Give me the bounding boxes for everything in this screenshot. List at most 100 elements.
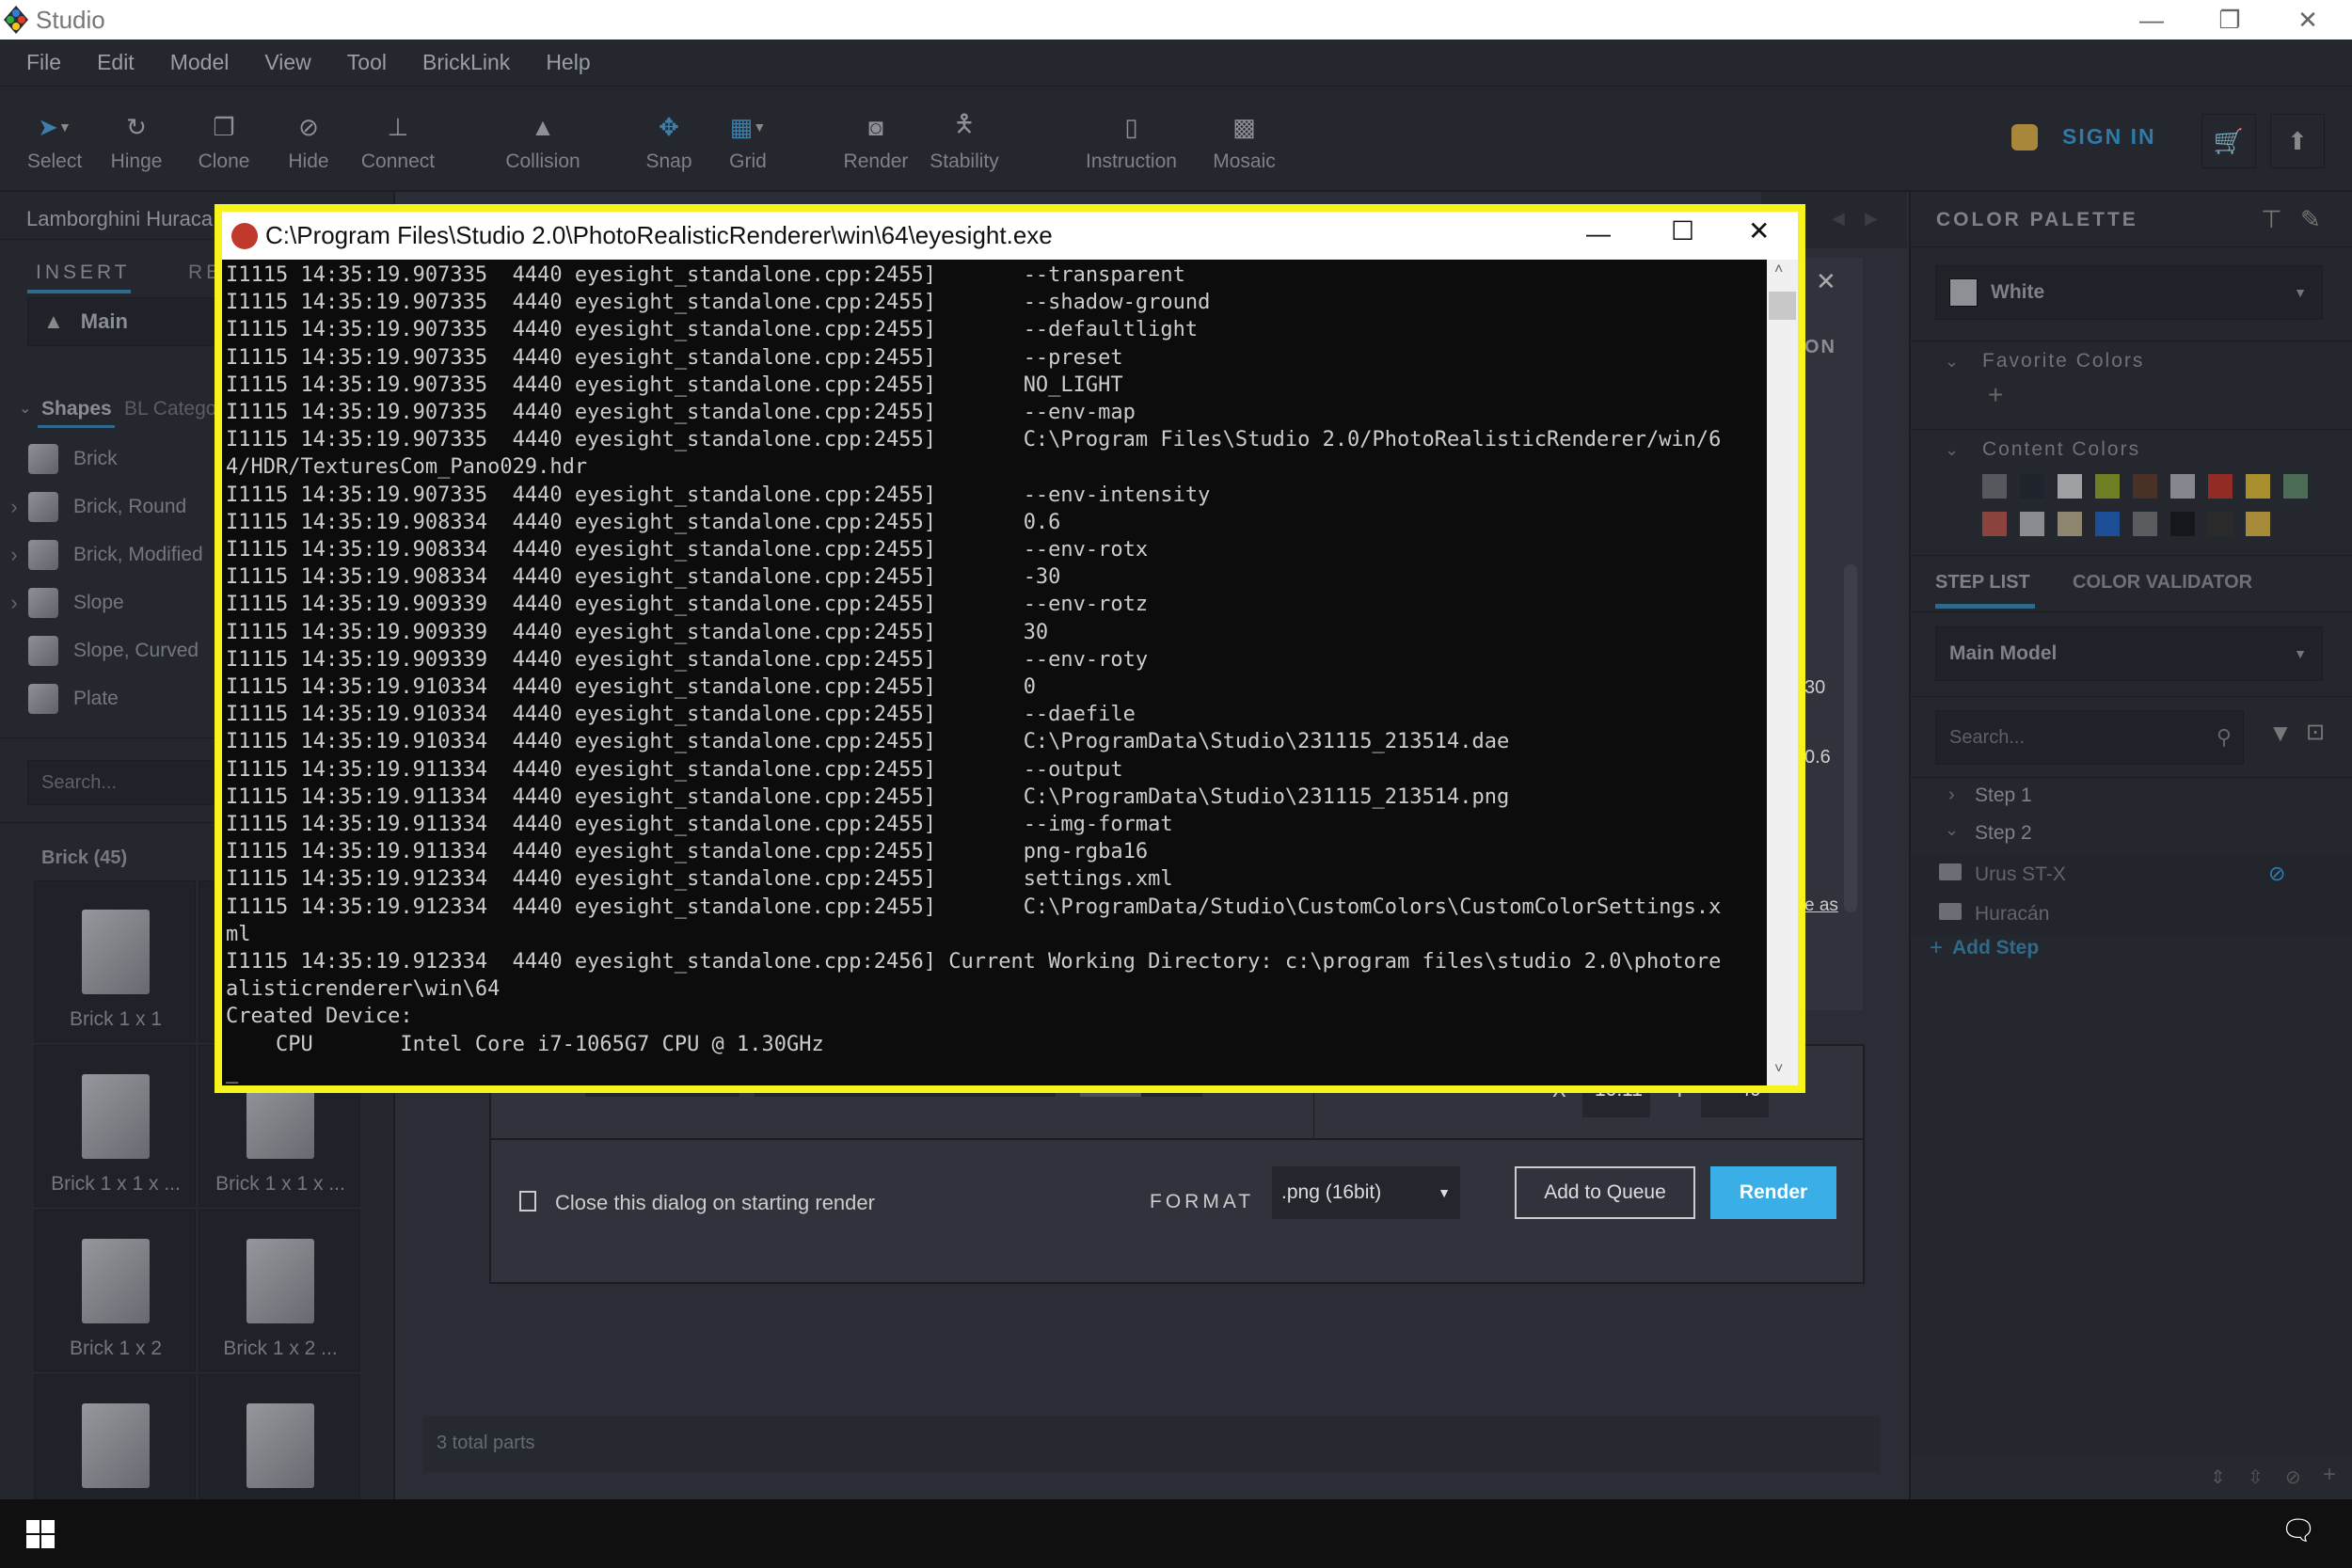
part-tile[interactable]: Brick 1 x 1 x ... <box>34 1045 196 1207</box>
collision-tool-button[interactable]: ▲ Collision <box>491 111 595 173</box>
env-intensity-value[interactable]: 0.6 <box>1804 747 1831 768</box>
stability-tool-button[interactable]: 🯅 Stability <box>917 109 1011 173</box>
menu-tool[interactable]: Tool <box>347 50 387 75</box>
add-icon[interactable]: + <box>2323 1462 2336 1488</box>
menu-file[interactable]: File <box>26 50 61 75</box>
subtab-bl-categories[interactable]: BL Catego <box>124 398 216 420</box>
render-tool-button[interactable]: ◙ Render <box>834 111 918 173</box>
prev-arrow-icon[interactable]: ◀ <box>1832 209 1845 229</box>
dialog-tab-partial[interactable]: ON <box>1804 337 1836 358</box>
add-step-button[interactable]: + Add Step <box>1930 935 2039 961</box>
close-on-start-checkbox[interactable] <box>519 1191 536 1212</box>
hidden-eye-icon[interactable]: ⊘ <box>2268 862 2285 886</box>
dialog-scrollbar[interactable] <box>1844 564 1857 912</box>
submodel-row[interactable]: Huracán <box>1911 895 2352 935</box>
category-item[interactable]: › Brick, Modified <box>0 532 216 578</box>
color-swatch[interactable] <box>2246 512 2270 536</box>
clone-tool-button[interactable]: ❐ Clone <box>182 111 266 173</box>
menu-bricklink[interactable]: BrickLink <box>422 50 510 75</box>
save-as-link[interactable]: e as <box>1804 895 1838 916</box>
color-swatch[interactable] <box>2058 474 2082 499</box>
part-tile[interactable]: Brick 1 x 1 <box>34 880 196 1042</box>
sign-in-link[interactable]: SIGN IN <box>2062 124 2156 150</box>
minimize-button[interactable]: — <box>2114 0 2189 40</box>
color-swatch[interactable] <box>2208 512 2233 536</box>
category-item[interactable]: Brick <box>0 436 216 482</box>
color-swatch[interactable] <box>2133 474 2157 499</box>
hide-tool-button[interactable]: ⊘ Hide <box>266 111 351 173</box>
menu-edit[interactable]: Edit <box>97 50 135 75</box>
collapse-chevron-icon[interactable]: ⌄ <box>19 399 31 418</box>
color-swatch[interactable] <box>2246 474 2270 499</box>
color-swatch[interactable] <box>2020 512 2044 536</box>
upload-button[interactable]: ⬆ <box>2270 114 2325 168</box>
instruction-tool-button[interactable]: ▯ Instruction <box>1077 111 1185 173</box>
add-favorite-color-icon[interactable]: + <box>1988 380 2003 410</box>
color-swatch[interactable] <box>2095 512 2120 536</box>
color-select-dropdown[interactable]: White ▼ <box>1935 265 2323 320</box>
console-window[interactable]: C:\Program Files\Studio 2.0\PhotoRealist… <box>215 204 1805 1093</box>
paint-roller-icon[interactable]: ⊤ <box>2261 205 2282 234</box>
format-dropdown[interactable]: .png (16bit) ▼ <box>1272 1166 1460 1219</box>
category-item[interactable]: Slope, Curved <box>0 628 216 673</box>
category-item[interactable]: › Slope <box>0 580 216 626</box>
notification-center-icon[interactable]: 🗨 <box>2280 1514 2316 1547</box>
hinge-tool-button[interactable]: ↻ Hinge <box>94 111 179 173</box>
color-swatch[interactable] <box>2208 474 2233 499</box>
console-close-button[interactable]: ✕ <box>1748 215 1770 246</box>
connect-tool-button[interactable]: ⊥ Connect <box>356 111 440 173</box>
scroll-up-icon[interactable]: ˄ <box>1774 261 1783 278</box>
grid-tool-button[interactable]: ▦ ▼ Grid <box>706 111 790 173</box>
filter-icon[interactable]: ▼ <box>2268 719 2293 748</box>
console-maximize-button[interactable]: ☐ <box>1671 215 1694 246</box>
select-tool-button[interactable]: ➤ ▼ Select <box>12 111 97 173</box>
color-swatch[interactable] <box>2170 512 2195 536</box>
part-tile[interactable]: Brick 1 x 2 ... <box>199 1210 360 1371</box>
glasses-icon[interactable]: ⊡ <box>2306 719 2325 746</box>
collapse-all-icon[interactable]: ⇕ <box>2210 1465 2226 1489</box>
color-swatch[interactable] <box>2058 512 2082 536</box>
restore-button[interactable]: ❐ <box>2192 0 2267 40</box>
eyedropper-icon[interactable]: ✎ <box>2300 205 2321 234</box>
windows-start-icon[interactable] <box>26 1520 55 1548</box>
env-rotz-value[interactable]: 30 <box>1804 677 1825 699</box>
step-row[interactable]: › Step 1 <box>1911 779 2352 816</box>
color-swatch[interactable] <box>2170 474 2195 499</box>
menu-help[interactable]: Help <box>546 50 590 75</box>
color-swatch[interactable] <box>2283 474 2308 499</box>
tab-color-validator[interactable]: COLOR VALIDATOR <box>2073 572 2252 594</box>
part-tile[interactable]: Brick 1 x 2 <box>34 1210 196 1371</box>
model-select-dropdown[interactable]: Main Model ▼ <box>1935 626 2323 681</box>
hide-all-icon[interactable]: ⊘ <box>2285 1465 2301 1489</box>
cart-button[interactable]: 🛒 <box>2201 114 2256 168</box>
palette-select[interactable]: ▲ Main <box>27 297 225 346</box>
tab-insert[interactable]: INSERT <box>36 261 131 284</box>
tab-step-list[interactable]: STEP LIST <box>1935 572 2030 594</box>
render-button[interactable]: Render <box>1710 1166 1836 1219</box>
scroll-thumb[interactable] <box>1769 292 1796 320</box>
console-scrollbar[interactable]: ˄ ˅ <box>1767 260 1798 1085</box>
next-arrow-icon[interactable]: ▶ <box>1865 209 1878 229</box>
submodel-row[interactable]: Urus ST-X ⊘ <box>1911 856 2352 895</box>
scroll-down-icon[interactable]: ˅ <box>1774 1061 1783 1078</box>
subtab-shapes[interactable]: Shapes <box>41 398 112 420</box>
step-search-input[interactable]: Search... ⚲ <box>1935 710 2244 765</box>
color-swatch[interactable] <box>2133 512 2157 536</box>
category-item[interactable]: › Brick, Round <box>0 484 216 530</box>
collapse-chevron-icon[interactable]: ⌄ <box>1945 440 1959 460</box>
expand-all-icon[interactable]: ⇳ <box>2248 1465 2264 1489</box>
color-swatch[interactable] <box>1982 474 2007 499</box>
color-swatch[interactable] <box>2020 474 2044 499</box>
mosaic-tool-button[interactable]: ▩ Mosaic <box>1200 111 1289 173</box>
console-titlebar[interactable]: C:\Program Files\Studio 2.0\PhotoRealist… <box>222 212 1798 260</box>
snap-tool-button[interactable]: ✥ Snap <box>627 111 711 173</box>
add-to-queue-button[interactable]: Add to Queue <box>1515 1166 1695 1219</box>
step-row[interactable]: ⌄ Step 2 <box>1911 816 2352 854</box>
dialog-close-icon[interactable]: ✕ <box>1816 267 1836 296</box>
close-button[interactable]: ✕ <box>2270 0 2345 40</box>
menu-model[interactable]: Model <box>170 50 230 75</box>
parts-search-input[interactable]: Search... <box>27 760 225 805</box>
color-swatch[interactable] <box>1982 512 2007 536</box>
category-item[interactable]: Plate <box>0 676 216 721</box>
console-minimize-button[interactable]: — <box>1586 219 1611 248</box>
